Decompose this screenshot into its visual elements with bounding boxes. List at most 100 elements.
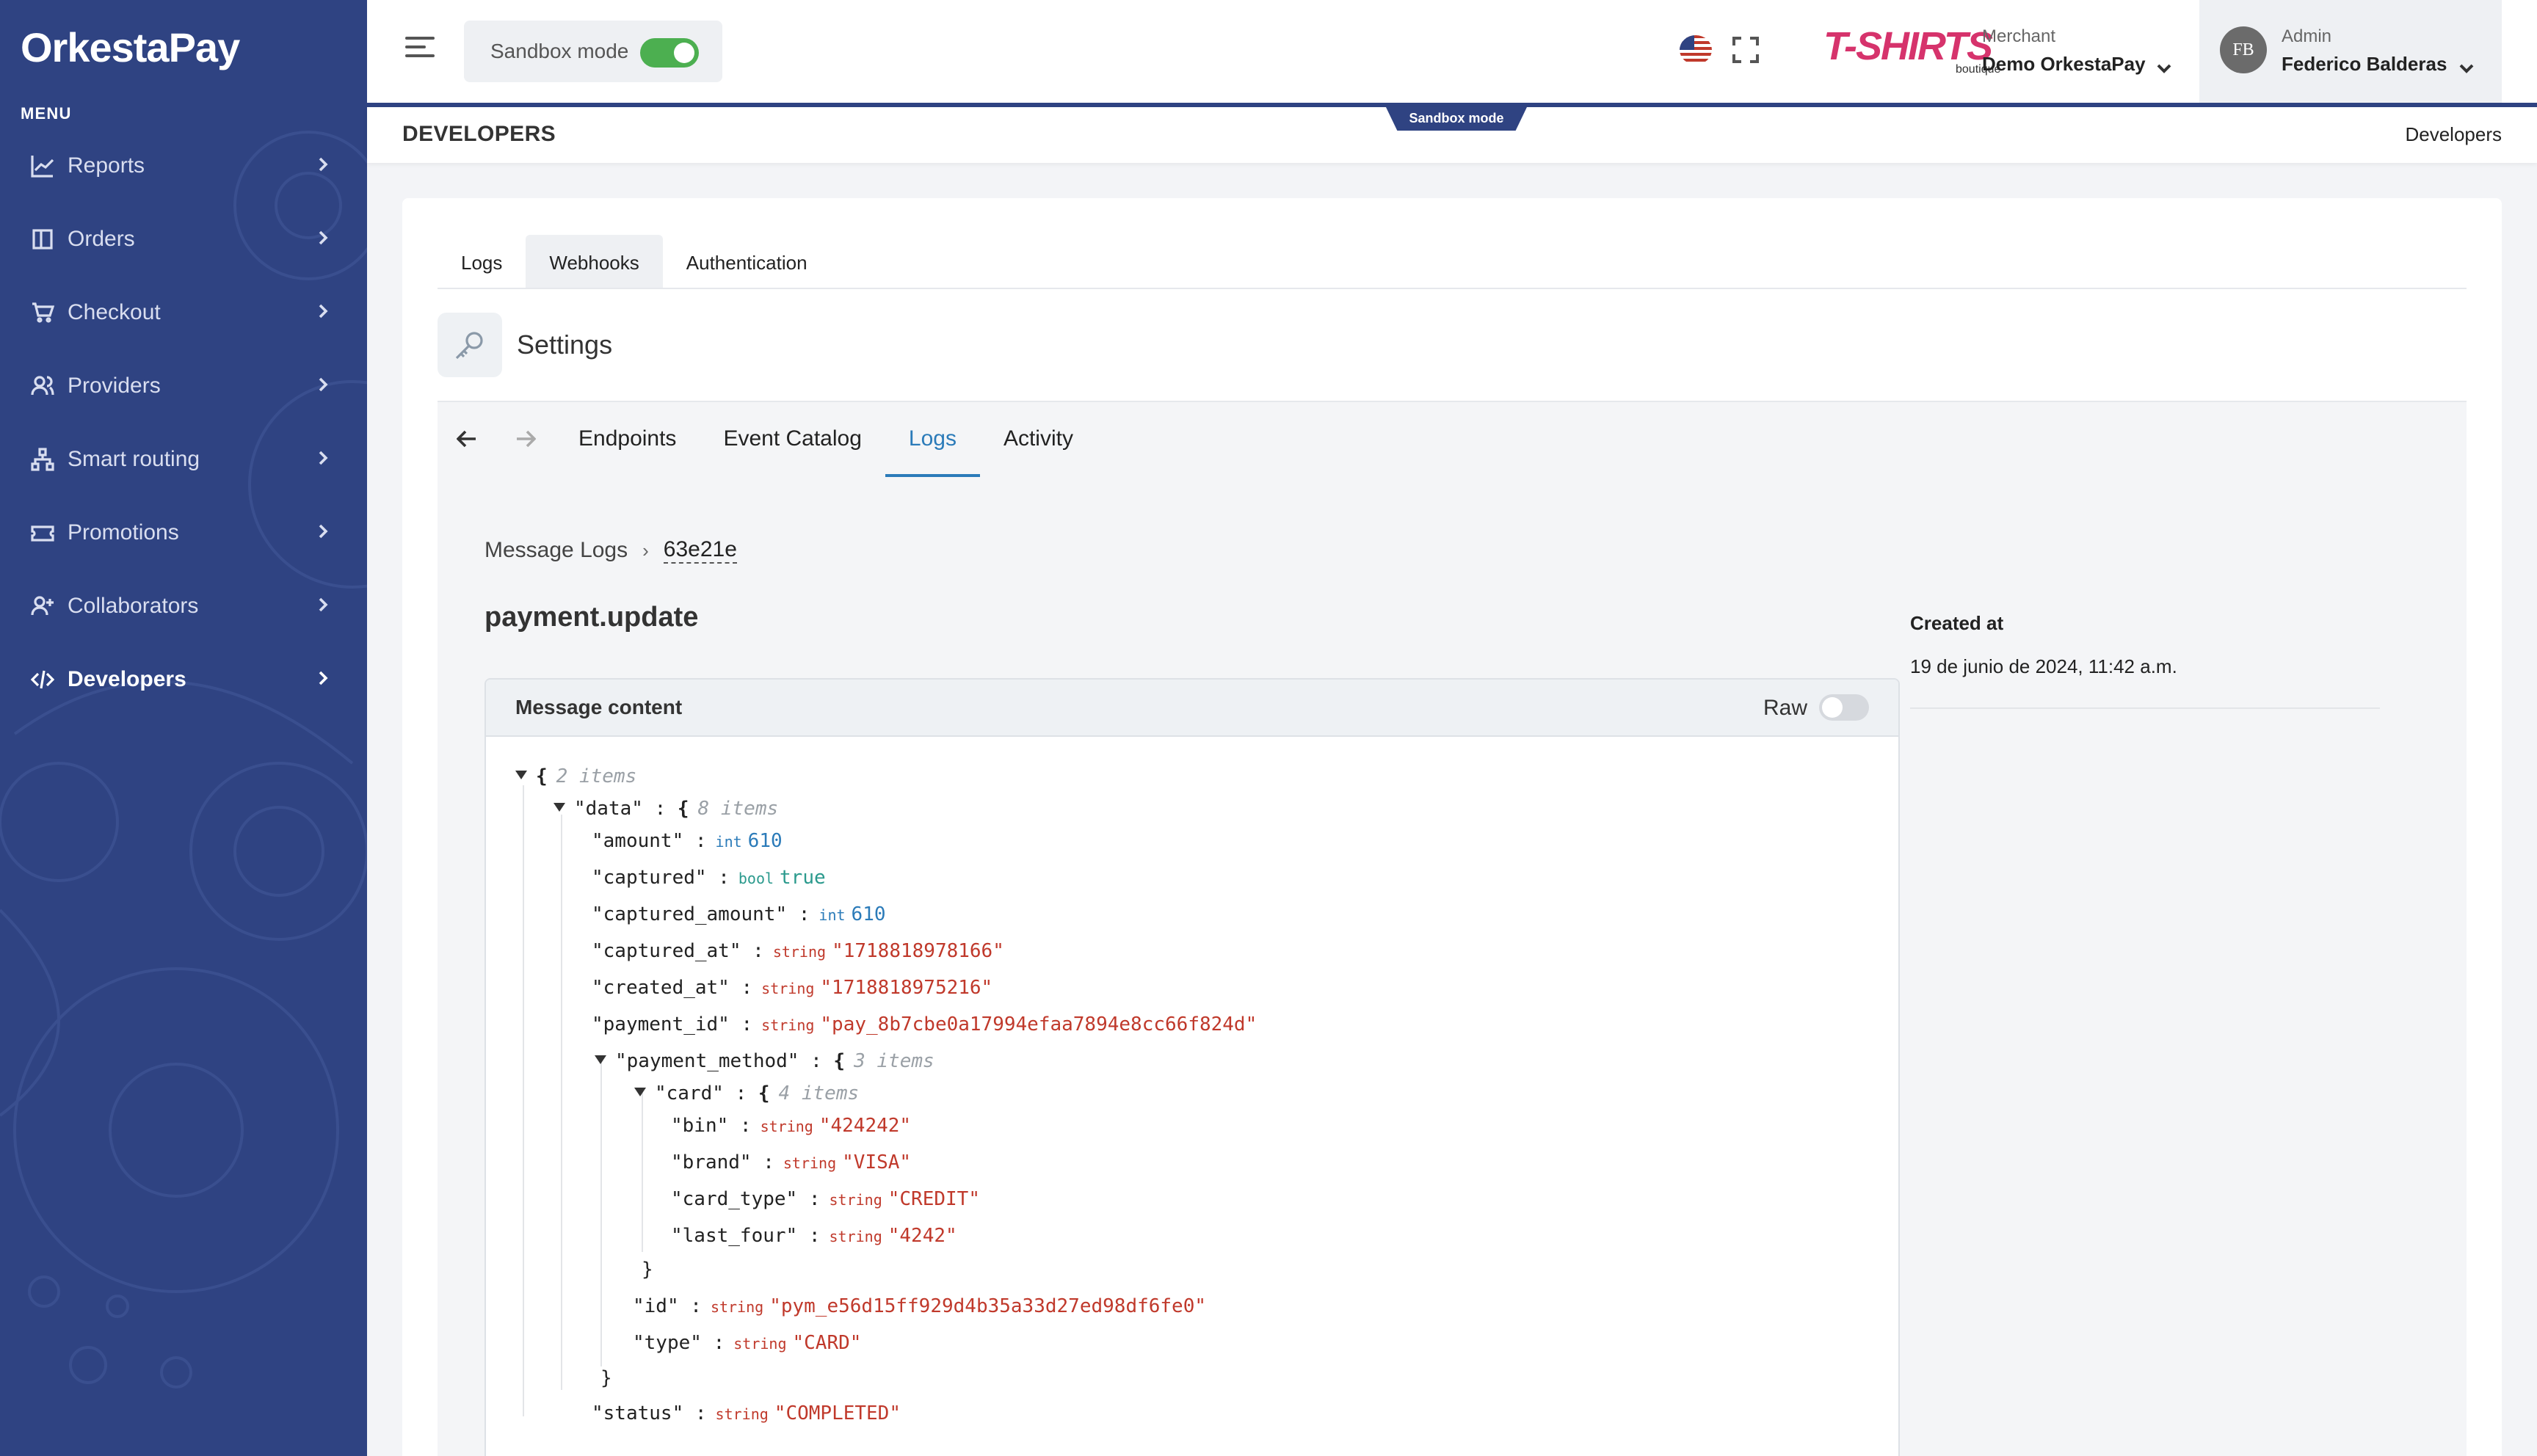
settings-header: Settings	[438, 313, 612, 377]
tab-logs[interactable]: Logs	[438, 235, 526, 288]
json-type: int	[819, 906, 846, 924]
admin-name[interactable]: Federico Balderas	[2282, 53, 2447, 76]
sidebar-item-label: Checkout	[68, 300, 161, 324]
ticket-icon	[29, 520, 56, 546]
json-type: string	[783, 1154, 837, 1172]
collapse-triangle-icon[interactable]	[515, 771, 527, 779]
json-key: "created_at"	[592, 977, 730, 999]
breadcrumb: Developers	[2405, 123, 2502, 145]
json-key: "type"	[633, 1332, 702, 1354]
logo-text-pay: Pay	[168, 24, 241, 70]
created-at-value: 19 de junio de 2024, 11:42 a.m.	[1910, 655, 2177, 677]
chevron-right-icon	[314, 521, 332, 546]
json-item-count: 4 items	[778, 1082, 860, 1104]
json-type: string	[761, 980, 815, 997]
webhook-subnav: Endpoints Event Catalog Logs Activity	[438, 402, 1097, 477]
json-key: "card_type"	[671, 1188, 798, 1210]
breadcrumb-message-logs[interactable]: Message Logs	[484, 538, 628, 563]
tab-event-catalog[interactable]: Event Catalog	[700, 402, 885, 476]
json-type: string	[829, 1191, 882, 1209]
json-field-captured-at: "captured_at" : string "1718818978166"	[592, 940, 1004, 962]
json-value: true	[780, 867, 826, 889]
json-key: "id"	[633, 1295, 679, 1317]
collapse-triangle-icon[interactable]	[554, 803, 565, 812]
orkestapay-logo: OrkestaPay	[21, 23, 241, 71]
json-field-pm-id: "id" : string "pym_e56d15ff929d4b35a33d27e…	[633, 1295, 1207, 1317]
chevron-right-icon	[314, 374, 332, 399]
tab-endpoints[interactable]: Endpoints	[555, 402, 700, 476]
chevron-down-icon[interactable]	[2155, 56, 2173, 83]
user-menu[interactable]: FB Admin Federico Balderas	[2199, 0, 2502, 103]
json-key: "bin"	[671, 1115, 729, 1137]
json-brace: }	[642, 1259, 653, 1281]
message-content-panel: Message content Raw {2 items "data" : {8…	[484, 678, 1900, 1456]
key-icon	[438, 313, 502, 377]
json-payment-method-node[interactable]: "payment_method" : {3 items	[595, 1046, 934, 1076]
sidebar-item-smart-routing[interactable]: Smart routing	[0, 423, 367, 496]
forward-arrow-icon[interactable]	[496, 402, 555, 476]
sidebar-item-collaborators[interactable]: Collaborators	[0, 569, 367, 643]
json-key: "last_four"	[671, 1225, 798, 1247]
json-field-bin: "bin" : string "424242"	[671, 1115, 912, 1137]
sidebar-item-providers[interactable]: Providers	[0, 349, 367, 423]
users-icon	[29, 373, 56, 399]
collapse-triangle-icon[interactable]	[595, 1055, 606, 1064]
page-header: Sandbox mode DEVELOPERS Developers	[367, 107, 2537, 163]
json-value: "CREDIT"	[888, 1188, 980, 1210]
sidebar-nav: Reports Orders Checkout Providers Smart	[0, 129, 367, 716]
json-value: "pay_8b7cbe0a17994efaa7894e8cc66f824d"	[820, 1013, 1257, 1035]
collapse-triangle-icon[interactable]	[634, 1088, 646, 1096]
json-brace: {	[833, 1050, 846, 1072]
sidebar-item-developers[interactable]: Developers	[0, 643, 367, 716]
cart-icon	[29, 299, 56, 326]
json-key: "captured"	[592, 867, 707, 889]
json-key: "brand"	[671, 1151, 752, 1173]
json-type: int	[715, 833, 742, 851]
breadcrumb-message-id[interactable]: 63e21e	[663, 537, 737, 564]
json-type: string	[761, 1016, 815, 1034]
admin-role-label: Admin	[2282, 26, 2332, 46]
sidebar-item-checkout[interactable]: Checkout	[0, 276, 367, 349]
raw-toggle[interactable]	[1819, 694, 1869, 721]
tab-webhooks[interactable]: Webhooks	[526, 235, 663, 288]
back-arrow-icon[interactable]	[438, 402, 496, 476]
sidebar-item-reports[interactable]: Reports	[0, 129, 367, 203]
json-card-node[interactable]: "card" : {4 items	[634, 1079, 859, 1108]
message-breadcrumb: Message Logs › 63e21e	[484, 537, 737, 564]
merchant-selector[interactable]: Demo OrkestaPay	[1982, 53, 2146, 76]
json-type: string	[829, 1228, 882, 1245]
merchant-label: Merchant	[1982, 26, 2056, 46]
fullscreen-icon[interactable]	[1732, 37, 1759, 63]
json-value: "1718818975216"	[820, 977, 993, 999]
sandbox-toggle[interactable]	[640, 38, 699, 68]
chevron-right-icon	[314, 594, 332, 619]
tab-activity[interactable]: Activity	[980, 402, 1097, 476]
sidebar-item-label: Orders	[68, 227, 135, 251]
divider	[1910, 707, 2380, 709]
message-content-title: Message content	[515, 696, 683, 718]
json-field-pm-type: "type" : string "CARD"	[633, 1332, 862, 1354]
chevron-right-icon	[314, 448, 332, 473]
json-value: "424242"	[819, 1115, 912, 1137]
sidebar-item-label: Collaborators	[68, 594, 199, 618]
tree-guide	[523, 785, 524, 1416]
json-data-node[interactable]: "data" : {8 items	[554, 794, 778, 823]
avatar[interactable]: FB	[2220, 26, 2267, 73]
tab-authentication[interactable]: Authentication	[663, 235, 831, 288]
chevron-right-icon	[314, 301, 332, 326]
tab-webhook-logs[interactable]: Logs	[885, 402, 980, 477]
sidebar-item-label: Providers	[68, 374, 161, 398]
tree-guide	[600, 1055, 602, 1366]
sidebar: OrkestaPay MENU Reports Orders Checkout …	[0, 0, 367, 1456]
sandbox-mode-switch[interactable]: Sandbox mode	[464, 21, 722, 82]
json-field-brand: "brand" : string "VISA"	[671, 1151, 912, 1173]
json-key: "captured_amount"	[592, 903, 788, 925]
json-brace: {	[536, 765, 548, 787]
us-flag-icon[interactable]	[1680, 35, 1712, 65]
sidebar-item-orders[interactable]: Orders	[0, 203, 367, 276]
sitemap-icon	[29, 446, 56, 473]
chevron-down-icon[interactable]	[2458, 56, 2475, 83]
json-root[interactable]: {2 items	[515, 762, 636, 791]
hamburger-menu-icon[interactable]	[405, 37, 438, 63]
sidebar-item-promotions[interactable]: Promotions	[0, 496, 367, 569]
